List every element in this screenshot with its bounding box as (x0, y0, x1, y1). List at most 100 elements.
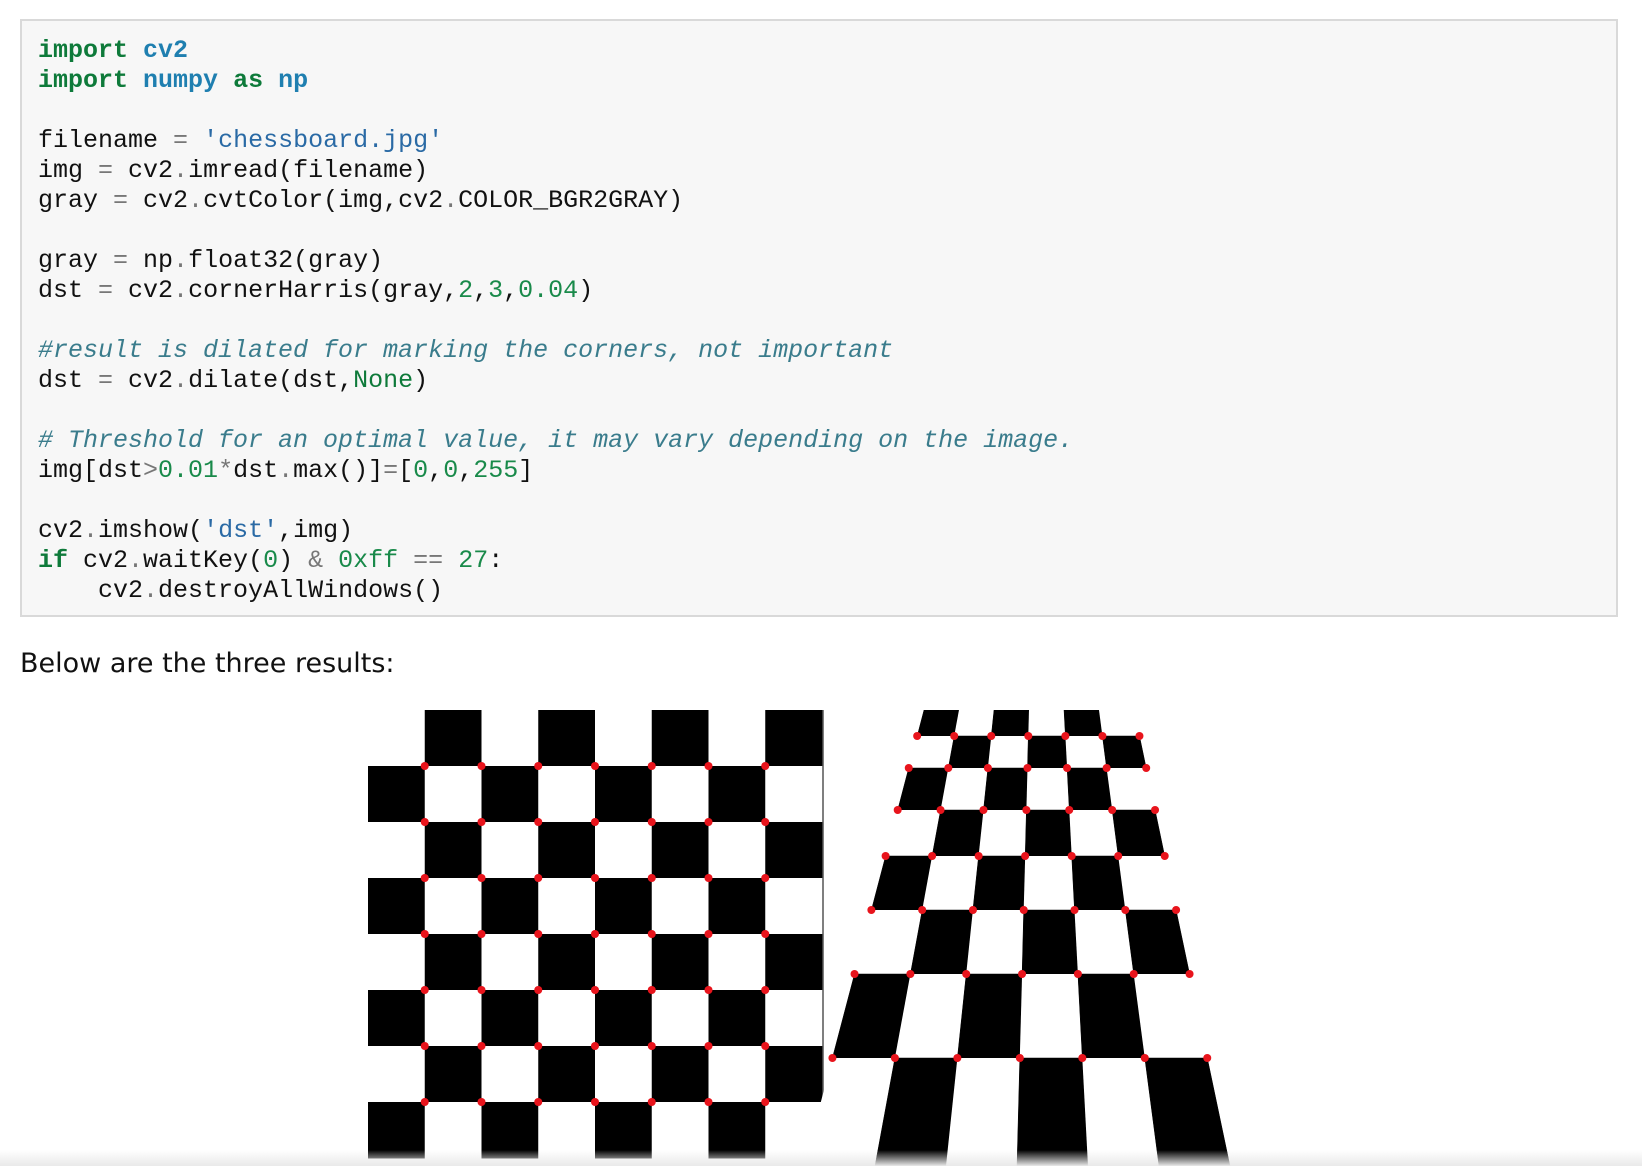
corner-marker (1022, 806, 1031, 814)
dark-square (708, 878, 766, 935)
dark-square (424, 1046, 482, 1103)
light-square (1028, 710, 1066, 736)
corner-marker (761, 1042, 770, 1050)
corner-marker (420, 1098, 429, 1106)
code-token: . (443, 186, 459, 215)
code-token: cv2 (38, 576, 144, 605)
code-token: 0 (413, 456, 429, 485)
results-image (368, 710, 1270, 1166)
dark-square (765, 934, 823, 991)
corner-marker (1070, 906, 1079, 914)
light-square (765, 766, 823, 823)
code-line: dst = cv2.dilate(dst,None) (38, 366, 1600, 396)
code-token: > (143, 456, 159, 485)
corner-marker (1160, 852, 1169, 860)
code-token: import (38, 36, 129, 65)
code-token: filename (38, 126, 174, 155)
corner-marker (477, 818, 486, 826)
dark-square (947, 735, 992, 769)
dark-square (651, 822, 709, 879)
dark-square (651, 934, 709, 991)
code-token: np (128, 246, 174, 275)
corner-marker (950, 732, 959, 740)
code-token: . (188, 186, 204, 215)
code-line: img[dst>0.01*dst.max()]=[0,0,255] (38, 456, 1600, 486)
dark-square (1021, 909, 1079, 975)
corner-marker (420, 986, 429, 994)
code-line: if cv2.waitKey(0) & 0xff == 27: (38, 546, 1600, 576)
dark-square (424, 822, 482, 879)
light-square (1065, 736, 1107, 768)
corner-marker (850, 970, 859, 978)
corner-marker (761, 762, 770, 770)
corner-marker (928, 852, 937, 860)
light-square (538, 766, 596, 823)
corner-marker (1203, 1054, 1212, 1062)
corner-marker (953, 1054, 962, 1062)
code-token: numpy (143, 66, 219, 95)
code-token: imshow( (98, 516, 204, 545)
code-token: . (83, 516, 99, 545)
code-line: filename = 'chessboard.jpg' (38, 126, 1600, 156)
dark-square (481, 766, 539, 823)
corner-marker (893, 806, 902, 814)
corner-marker (647, 930, 656, 938)
code-line: # Threshold for an optimal value, it may… (38, 426, 1600, 456)
dark-square (1102, 735, 1147, 769)
code-token: . (173, 156, 189, 185)
corner-marker (1151, 806, 1160, 814)
corner-marker (1019, 906, 1028, 914)
light-square (940, 768, 988, 810)
dark-square (481, 990, 539, 1047)
code-token: 3 (488, 276, 504, 305)
code-token: 0 (443, 456, 459, 485)
light-square (424, 766, 482, 823)
code-token: if (38, 546, 69, 575)
corner-marker (1073, 970, 1082, 978)
corner-marker (904, 764, 913, 772)
code-token: 0.01 (158, 456, 219, 485)
corner-marker (534, 1098, 543, 1106)
corner-marker (477, 986, 486, 994)
code-token: cv2 (113, 366, 174, 395)
light-square (708, 934, 766, 991)
dark-square (481, 878, 539, 935)
code-token: ,img) (278, 516, 354, 545)
code-token: & (308, 546, 324, 575)
code-token: np (278, 66, 309, 95)
light-square (1099, 710, 1140, 736)
code-token: = (113, 246, 129, 275)
code-token: , (428, 456, 444, 485)
code-token: . (278, 456, 294, 485)
code-token: # Threshold for an optimal value, it may… (38, 426, 1074, 455)
code-line: cv2.imshow('dst',img) (38, 516, 1600, 546)
code-token: 0 (263, 546, 279, 575)
corner-marker (1024, 732, 1033, 740)
corner-marker (477, 1042, 486, 1050)
dark-square (1077, 973, 1146, 1059)
light-square (966, 910, 1024, 974)
corner-marker (420, 762, 429, 770)
corner-marker (761, 986, 770, 994)
code-line: gray = cv2.cvtColor(img,cv2.COLOR_BGR2GR… (38, 186, 1600, 216)
corner-marker (979, 806, 988, 814)
corner-marker (987, 732, 996, 740)
light-square (651, 878, 709, 935)
corner-marker (534, 818, 543, 826)
corner-marker (906, 970, 915, 978)
corner-marker (1098, 732, 1107, 740)
code-token: . (128, 546, 144, 575)
dark-square (538, 710, 596, 767)
corner-marker (1063, 764, 1072, 772)
dark-square (765, 1046, 823, 1103)
corner-marker (704, 818, 713, 826)
corner-marker (1021, 852, 1030, 860)
light-square (424, 878, 482, 935)
corner-marker (704, 874, 713, 882)
code-line: dst = cv2.cornerHarris(gray,2,3,0.04) (38, 276, 1600, 306)
light-square (481, 1046, 539, 1103)
